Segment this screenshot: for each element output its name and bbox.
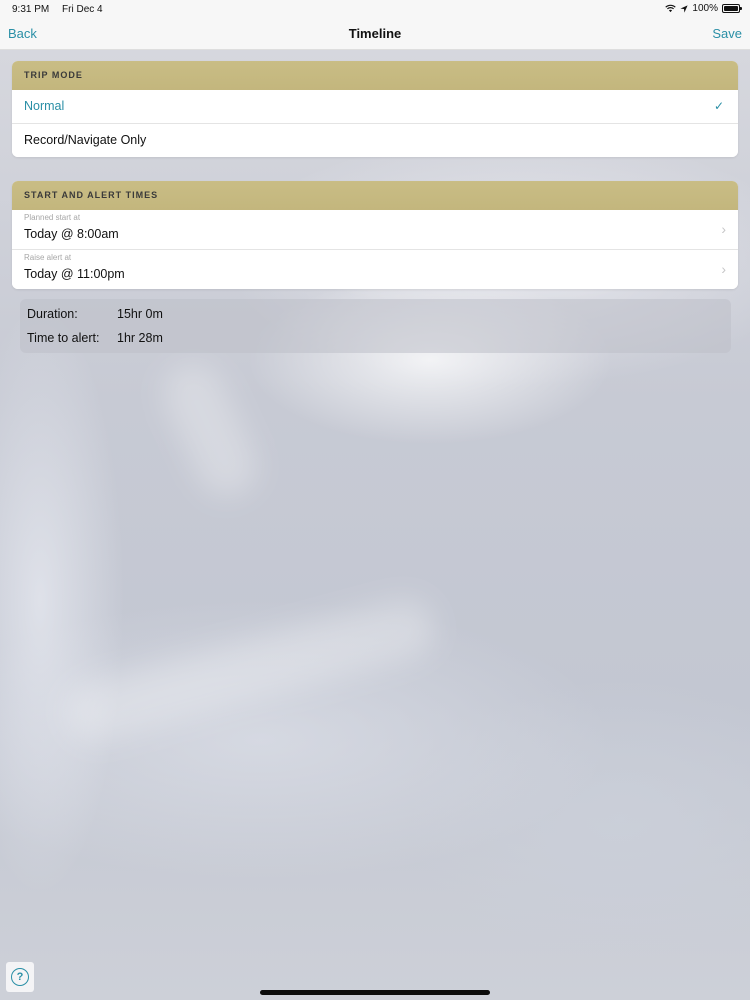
home-indicator[interactable] [260,990,490,995]
checkmark-icon: ✓ [713,99,724,113]
raise-alert-row[interactable]: Raise alert at Today @ 11:00pm › [12,250,738,289]
planned-start-label: Planned start at [24,213,81,222]
time-to-alert-row: Time to alert: 1hr 28m [27,331,163,345]
chevron-right-icon: › [721,261,726,277]
planned-start-value: Today @ 8:00am [24,227,119,241]
status-bar: 9:31 PM Fri Dec 4 100% [0,0,750,18]
duration-value: 15hr 0m [117,307,163,321]
page-title: Timeline [348,26,402,41]
battery-fill [724,6,738,11]
status-left: 9:31 PM Fri Dec 4 [12,4,113,15]
trip-mode-section: TRIP MODE Normal ✓ Record/Navigate Only [12,61,738,157]
chevron-right-icon: › [721,221,726,237]
navigation-bar: Back Timeline Save [0,18,750,50]
trip-mode-option-record-navigate-only[interactable]: Record/Navigate Only [12,124,738,157]
help-button[interactable]: ? [6,962,34,992]
raise-alert-value: Today @ 11:00pm [24,267,125,281]
start-alert-times-section: START AND ALERT TIMES Planned start at T… [12,181,738,289]
save-button[interactable]: Save [712,26,742,41]
time-to-alert-label: Time to alert: [27,331,100,345]
raise-alert-label: Raise alert at [24,253,72,262]
trip-mode-option-normal[interactable]: Normal ✓ [12,90,738,124]
status-time: 9:31 PM [12,4,50,15]
trip-mode-header: TRIP MODE [12,61,738,90]
start-alert-times-header: START AND ALERT TIMES [12,181,738,210]
trip-mode-option-label: Record/Navigate Only [24,133,147,147]
help-circle-icon: ? [11,968,29,986]
location-arrow-icon [680,4,689,13]
duration-row: Duration: 15hr 0m [27,307,163,321]
planned-start-row[interactable]: Planned start at Today @ 8:00am › [12,210,738,250]
status-date: Fri Dec 4 [62,4,103,15]
time-to-alert-value: 1hr 28m [117,331,163,345]
trip-mode-option-label: Normal [24,99,65,113]
duration-label: Duration: [27,307,78,321]
battery-percent: 100% [692,3,718,14]
status-right: 100% [665,3,742,14]
wifi-icon [665,4,677,13]
battery-icon [722,4,742,13]
timeline-summary: Duration: 15hr 0m Time to alert: 1hr 28m [20,299,731,353]
